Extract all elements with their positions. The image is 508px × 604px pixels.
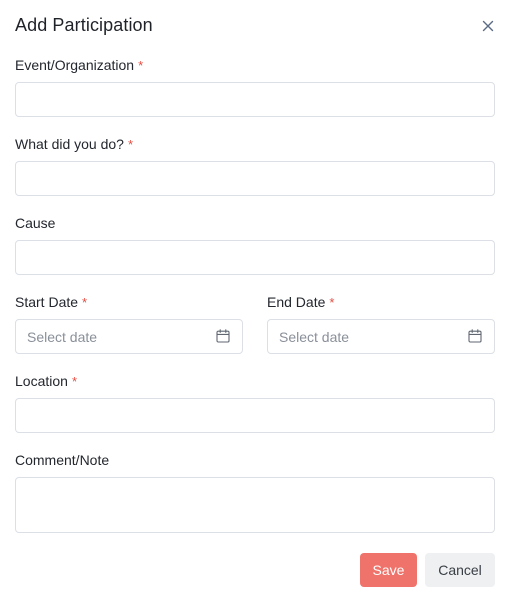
- comment-field[interactable]: [15, 477, 495, 533]
- start-date-label: Start Date *: [15, 294, 87, 310]
- required-mark: *: [82, 295, 88, 310]
- end-date-label: End Date *: [267, 294, 334, 310]
- event-input[interactable]: [16, 83, 494, 116]
- location-field[interactable]: [15, 398, 495, 433]
- start-date-label-text: Start Date: [15, 294, 79, 310]
- start-date-picker[interactable]: [15, 319, 243, 354]
- comment-label-text: Comment/Note: [15, 452, 110, 468]
- cause-field[interactable]: [15, 240, 495, 275]
- end-date-label-text: End Date: [267, 294, 326, 310]
- required-mark: *: [329, 295, 335, 310]
- activity-input[interactable]: [16, 162, 494, 195]
- comment-label: Comment/Note: [15, 452, 109, 468]
- cancel-button[interactable]: Cancel: [425, 553, 495, 587]
- calendar-icon[interactable]: [468, 329, 482, 343]
- cause-label-text: Cause: [15, 215, 56, 231]
- calendar-icon[interactable]: [216, 329, 230, 343]
- close-button[interactable]: [480, 18, 496, 34]
- activity-label: What did you do? *: [15, 136, 133, 152]
- event-field[interactable]: [15, 82, 495, 117]
- start-date-input[interactable]: [16, 320, 242, 353]
- close-icon: [482, 20, 494, 32]
- cause-label: Cause: [15, 215, 55, 231]
- dialog-title: Add Participation: [15, 15, 153, 35]
- end-date-input[interactable]: [268, 320, 494, 353]
- activity-label-text: What did you do?: [15, 136, 124, 152]
- location-label: Location *: [15, 373, 77, 389]
- comment-textarea[interactable]: [16, 478, 494, 532]
- required-mark: *: [138, 58, 144, 73]
- location-label-text: Location: [15, 373, 68, 389]
- required-mark: *: [71, 374, 77, 389]
- end-date-picker[interactable]: [267, 319, 495, 354]
- cause-input[interactable]: [16, 241, 494, 274]
- add-participation-dialog: Add Participation Event/Organization * Wh…: [0, 0, 508, 604]
- event-label-text: Event/Organization: [15, 57, 135, 73]
- event-label: Event/Organization *: [15, 57, 143, 73]
- location-input[interactable]: [16, 399, 494, 432]
- save-button[interactable]: Save: [360, 553, 417, 587]
- required-mark: *: [127, 137, 134, 152]
- activity-field[interactable]: [15, 161, 495, 196]
